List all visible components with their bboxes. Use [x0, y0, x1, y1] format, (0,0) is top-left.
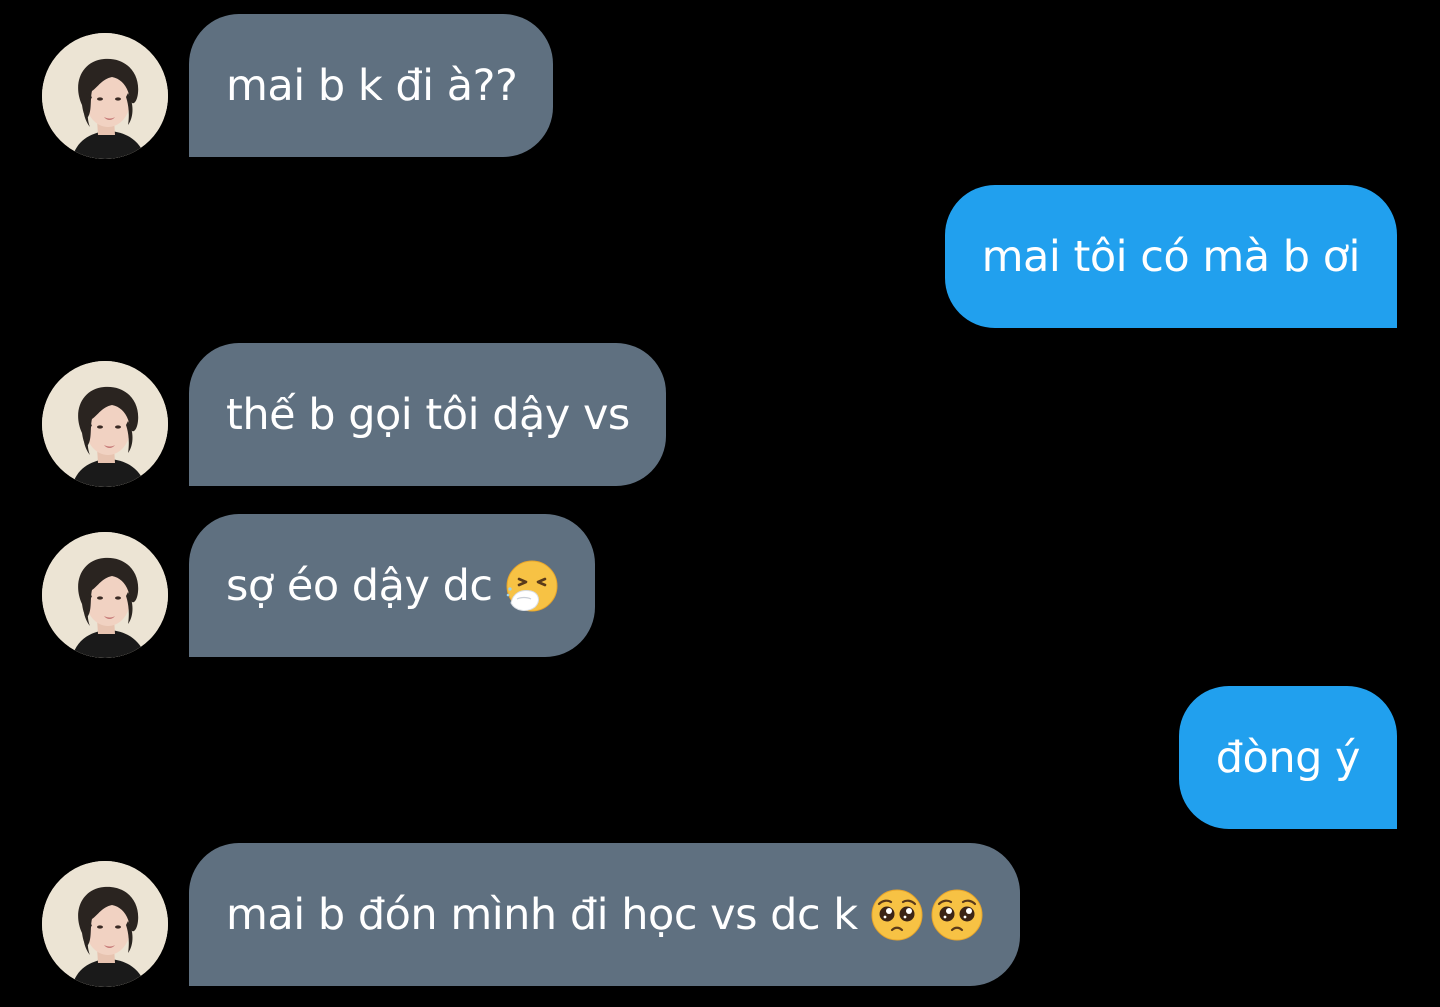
avatar-photo: [42, 361, 168, 487]
pleading-face-emoji-icon: [930, 888, 984, 942]
contact-avatar[interactable]: [42, 532, 168, 658]
message-text: mai tôi có mà b ơi: [981, 231, 1361, 282]
outgoing-message-bubble[interactable]: mai tôi có mà b ơi: [944, 185, 1397, 328]
message-text: đòng ý: [1215, 732, 1361, 783]
chat-thread: mai b k đi à?? mai tôi có mà b ơi thế b …: [0, 0, 1440, 1007]
sneezing-face-emoji-icon: [505, 559, 559, 613]
outgoing-message-bubble[interactable]: đòng ý: [1178, 686, 1397, 829]
contact-avatar[interactable]: [42, 861, 168, 987]
pleading-face-emoji-icon: [870, 888, 924, 942]
incoming-message-bubble[interactable]: mai b k đi à??: [189, 14, 554, 157]
contact-avatar[interactable]: [42, 361, 168, 487]
incoming-message-bubble[interactable]: sợ éo dậy dc: [189, 514, 595, 657]
avatar-photo: [42, 861, 168, 987]
incoming-message-bubble[interactable]: mai b đón mình đi học vs dc k: [189, 843, 1020, 986]
message-text: sợ éo dậy dc: [226, 560, 493, 611]
contact-avatar[interactable]: [42, 33, 168, 159]
message-text: thế b gọi tôi dậy vs: [226, 389, 630, 440]
message-text: mai b đón mình đi học vs dc k: [226, 889, 858, 940]
incoming-message-bubble[interactable]: thế b gọi tôi dậy vs: [189, 343, 666, 486]
avatar-photo: [42, 532, 168, 658]
avatar-photo: [42, 33, 168, 159]
message-text: mai b k đi à??: [226, 60, 518, 111]
